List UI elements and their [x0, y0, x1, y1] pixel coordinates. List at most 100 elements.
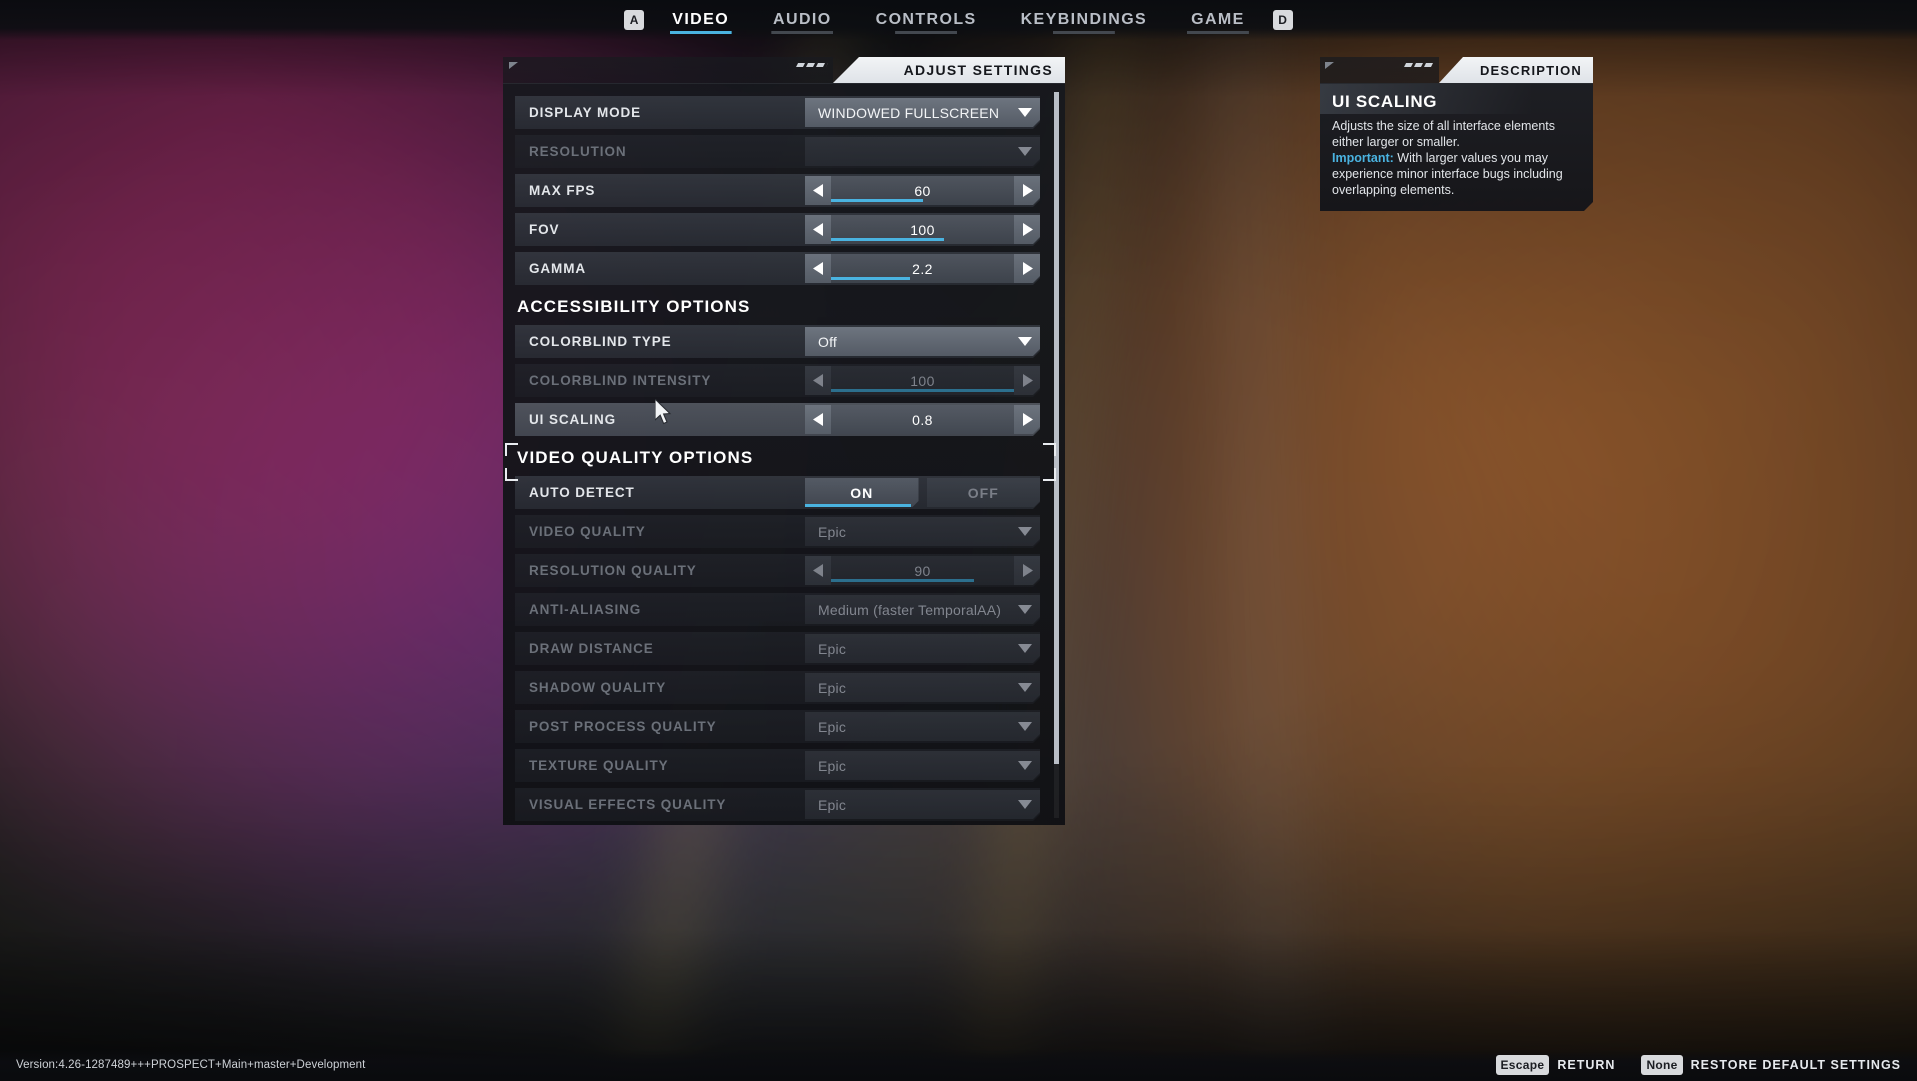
- arrow-left-icon[interactable]: [805, 405, 831, 434]
- tab-label: KEYBINDINGS: [1020, 11, 1148, 28]
- tab-video[interactable]: VIDEO: [650, 0, 751, 40]
- setting-row-colorblind-type[interactable]: COLORBLIND TYPE Off: [515, 325, 1040, 358]
- arrow-right-icon: [1014, 556, 1040, 585]
- arrow-left-icon[interactable]: [805, 254, 831, 283]
- tab-audio[interactable]: AUDIO: [751, 0, 854, 40]
- dropdown-value: Epic: [818, 796, 847, 813]
- arrow-right-icon[interactable]: [1014, 254, 1040, 283]
- setting-label: VIDEO QUALITY: [529, 524, 646, 539]
- dropdown-shadow-quality: Epic: [805, 673, 1040, 702]
- toggle-on-button[interactable]: ON: [805, 478, 919, 507]
- setting-row-auto-detect[interactable]: AUTO DETECT ON OFF: [515, 476, 1040, 509]
- arrow-right-icon[interactable]: [1014, 215, 1040, 244]
- chevron-down-icon: [1010, 337, 1040, 346]
- setting-row-visual-effects-quality: VISUAL EFFECTS QUALITY Epic: [515, 788, 1040, 821]
- dropdown-video-quality: Epic: [805, 517, 1040, 546]
- tab-underline: [771, 31, 834, 34]
- slider-track[interactable]: [831, 277, 1014, 280]
- setting-label: RESOLUTION: [529, 144, 627, 159]
- setting-row-ui-scaling[interactable]: UI SCALING 0.8: [515, 403, 1040, 436]
- arrow-left-icon[interactable]: [805, 176, 831, 205]
- slider-max-fps[interactable]: 60: [805, 176, 1040, 205]
- description-keyword: Important:: [1332, 151, 1394, 165]
- chevron-down-icon: [1010, 147, 1040, 156]
- tab-keybindings[interactable]: KEYBINDINGS: [999, 0, 1170, 40]
- setting-row-display-mode[interactable]: DISPLAY MODE WINDOWED FULLSCREEN: [515, 96, 1040, 129]
- toggle-off-button[interactable]: OFF: [927, 478, 1041, 507]
- prev-tab-key[interactable]: A: [618, 10, 650, 30]
- setting-control: Off: [805, 325, 1040, 358]
- settings-scrollbar[interactable]: [1054, 92, 1059, 818]
- setting-row-video-quality: VIDEO QUALITY Epic: [515, 515, 1040, 548]
- setting-row-texture-quality: TEXTURE QUALITY Epic: [515, 749, 1040, 782]
- slider-ui-scaling[interactable]: 0.8: [805, 405, 1040, 434]
- slider-track[interactable]: [831, 238, 1014, 241]
- arrow-left-icon[interactable]: [805, 215, 831, 244]
- bottom-status-bar: Version:4.26-1287489+++PROSPECT+Main+mas…: [0, 1049, 1917, 1081]
- setting-label: FOV: [529, 222, 560, 237]
- slider-track[interactable]: [831, 389, 1014, 392]
- setting-label: DRAW DISTANCE: [529, 641, 654, 656]
- setting-label: MAX FPS: [529, 183, 596, 198]
- tab-label: VIDEO: [672, 11, 730, 28]
- slider-resolution-quality: 90: [805, 556, 1040, 585]
- setting-label: RESOLUTION QUALITY: [529, 563, 697, 578]
- arrow-right-icon[interactable]: [1014, 176, 1040, 205]
- slider-gamma[interactable]: 2.2: [805, 254, 1040, 283]
- setting-control: Epic: [805, 515, 1040, 548]
- next-tab-key[interactable]: D: [1267, 10, 1299, 30]
- setting-row-shadow-quality: SHADOW QUALITY Epic: [515, 671, 1040, 704]
- key-badge: None: [1641, 1055, 1683, 1075]
- dropdown-visual-effects-quality: Epic: [805, 790, 1040, 819]
- tab-list: VIDEO AUDIO CONTROLS KEYBINDINGS GAME: [650, 0, 1266, 40]
- setting-control: [805, 135, 1040, 168]
- adjust-settings-panel: ADJUST SETTINGS DISPLAY MODE WINDOWED FUL…: [503, 57, 1065, 825]
- setting-control: Medium (faster TemporalAA): [805, 593, 1040, 626]
- slider-track[interactable]: [831, 199, 1014, 202]
- setting-control: 60: [805, 174, 1040, 207]
- panel-header-bar: [503, 57, 833, 83]
- setting-row-max-fps[interactable]: MAX FPS 60: [515, 174, 1040, 207]
- setting-control: Epic: [805, 788, 1040, 821]
- setting-row-draw-distance: DRAW DISTANCE Epic: [515, 632, 1040, 665]
- tab-game[interactable]: GAME: [1169, 0, 1267, 40]
- slider-track[interactable]: [831, 579, 1014, 582]
- chevron-down-icon: [1010, 800, 1040, 809]
- slider-fill: [831, 579, 974, 582]
- dropdown-value: Epic: [818, 679, 847, 696]
- dropdown-value: WINDOWED FULLSCREEN: [818, 104, 1000, 121]
- tab-controls[interactable]: CONTROLS: [854, 0, 999, 40]
- description-text: Adjusts the size of all interface elemen…: [1332, 118, 1581, 198]
- setting-row-gamma[interactable]: GAMMA 2.2: [515, 252, 1040, 285]
- dropdown-resolution: [805, 137, 1040, 166]
- dropdown-value: Epic: [818, 757, 847, 774]
- action-hint-restore-default-settings[interactable]: None RESTORE DEFAULT SETTINGS: [1641, 1055, 1901, 1075]
- chevron-down-icon: [1010, 605, 1040, 614]
- dropdown-colorblind-type[interactable]: Off: [805, 327, 1040, 356]
- slider-value: 60: [914, 182, 931, 199]
- setting-row-fov[interactable]: FOV 100: [515, 213, 1040, 246]
- tab-underline: [1052, 31, 1115, 34]
- action-hint-return[interactable]: Escape RETURN: [1495, 1055, 1616, 1075]
- chevron-down-icon: [1010, 644, 1040, 653]
- chevron-down-icon: [1010, 108, 1040, 117]
- arrow-right-icon[interactable]: [1014, 405, 1040, 434]
- dropdown-post-process-quality: Epic: [805, 712, 1040, 741]
- panel-header-dashes-icon: [795, 63, 829, 67]
- setting-label: AUTO DETECT: [529, 485, 635, 500]
- section-heading-accessibility-options: ACCESSIBILITY OPTIONS: [517, 297, 751, 316]
- description-panel: DESCRIPTION UI SCALING Adjusts the size …: [1320, 57, 1593, 211]
- setting-control: Epic: [805, 632, 1040, 665]
- slider-value: 90: [914, 562, 931, 579]
- settings-row-list: DISPLAY MODE WINDOWED FULLSCREEN RESOLUTIO…: [503, 84, 1052, 825]
- setting-label: ANTI-ALIASING: [529, 602, 642, 617]
- dropdown-value: Off: [818, 333, 838, 350]
- slider-fov[interactable]: 100: [805, 215, 1040, 244]
- chevron-down-icon: [1010, 527, 1040, 536]
- dropdown-value: Epic: [818, 640, 847, 657]
- toggle-off-label: OFF: [967, 484, 999, 501]
- dropdown-display-mode[interactable]: WINDOWED FULLSCREEN: [805, 98, 1040, 127]
- setting-control: 90: [805, 554, 1040, 587]
- scrollbar-thumb[interactable]: [1054, 92, 1059, 764]
- slider-value: 100: [910, 372, 935, 389]
